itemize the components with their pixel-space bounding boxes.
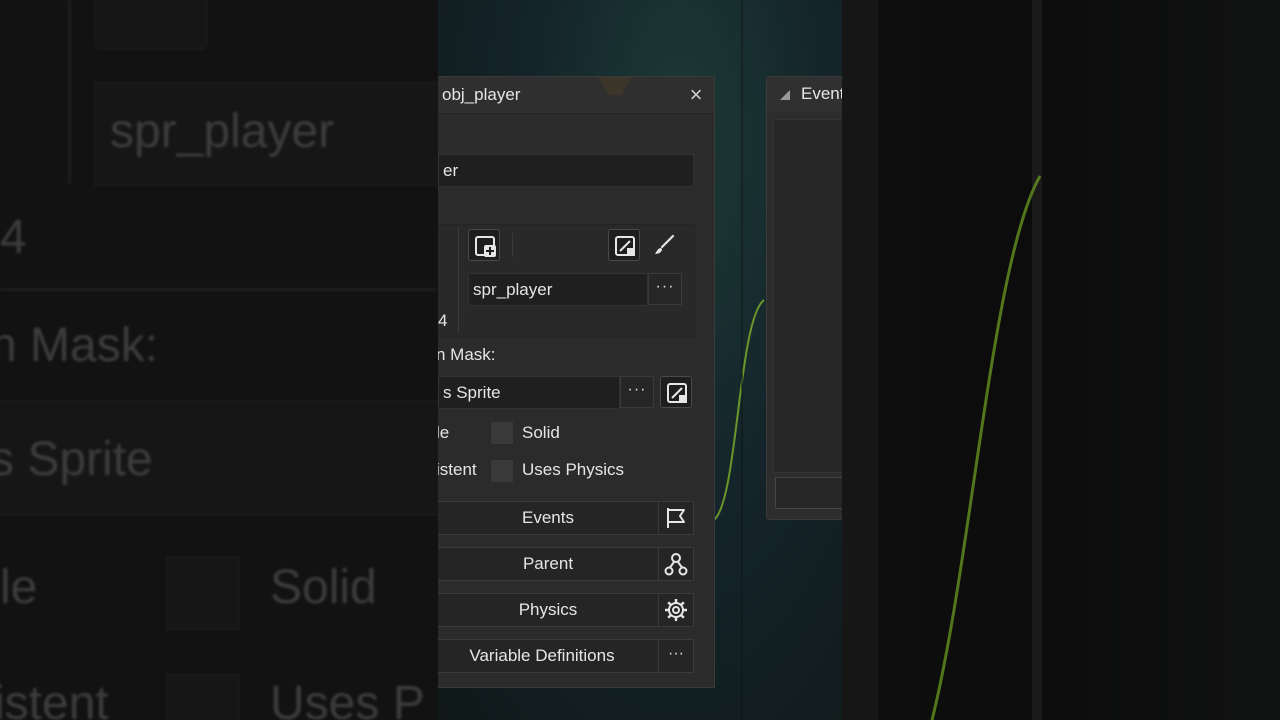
variable-definitions-button[interactable]: Variable Definitions ···	[438, 639, 694, 673]
more-icon: ···	[658, 640, 692, 672]
new-sprite-icon[interactable]	[468, 229, 500, 261]
object-name-field[interactable]: er	[438, 154, 694, 187]
paint-brush-icon[interactable]	[648, 229, 680, 261]
left-zoom-backdrop: spr_player 4 n Mask: s Sprite le Solid i…	[0, 0, 438, 720]
visible-label: le	[438, 423, 450, 442]
hierarchy-icon	[658, 548, 692, 580]
zoomed-physics-label: Uses P	[270, 677, 425, 720]
object-editor-panel: obj_player × er spr_player ··· 4 n Mask:…	[438, 76, 715, 688]
parent-button[interactable]: Parent	[438, 547, 694, 581]
zoomed-solid-label: Solid	[270, 561, 377, 614]
mask-browse-button[interactable]: ···	[620, 376, 654, 408]
events-title: Events	[801, 84, 842, 103]
collapse-icon[interactable]	[779, 89, 791, 101]
edit-mask-icon[interactable]	[660, 376, 692, 408]
toolbar-separator	[512, 233, 513, 257]
right-zoom-backdrop	[842, 0, 1280, 720]
more-icon-dots: ···	[668, 645, 684, 662]
sprite-group: spr_player ···	[438, 224, 695, 338]
zoomed-mask-value: s Sprite	[0, 433, 153, 486]
physics-button-label: Physics	[518, 600, 578, 619]
flag-icon	[658, 502, 692, 534]
zoomed-persistent-label: istent	[0, 677, 109, 720]
close-icon[interactable]: ×	[686, 84, 706, 106]
zoomed-visible-label: le	[0, 561, 38, 614]
events-header[interactable]: Events	[767, 77, 842, 111]
uses-physics-checkbox[interactable]	[490, 459, 514, 483]
edit-image-icon[interactable]	[608, 229, 640, 261]
workspace: obj_player × er spr_player ··· 4 n Mask:…	[438, 0, 842, 720]
zoomed-mask-label: n Mask:	[0, 319, 159, 372]
header-notch	[598, 77, 632, 95]
zoomed-physics-checkbox	[166, 674, 240, 720]
parent-button-label: Parent	[522, 554, 574, 573]
persistent-label: istent	[438, 460, 477, 479]
variable-definitions-label: Variable Definitions	[469, 646, 615, 665]
zoomed-sprite-name: spr_player	[110, 105, 335, 158]
zoomed-curve	[930, 175, 1042, 720]
zoomed-solid-checkbox	[166, 556, 240, 630]
group-divider	[458, 227, 459, 333]
events-button[interactable]: Events	[438, 501, 694, 535]
zoomed-number: 4	[0, 211, 27, 264]
gear-icon	[658, 594, 692, 626]
events-input[interactable]	[775, 477, 842, 509]
events-list[interactable]	[773, 119, 842, 473]
solid-label: Solid	[522, 423, 560, 442]
collision-mask-label: n Mask:	[438, 345, 496, 364]
solid-checkbox[interactable]	[490, 421, 514, 445]
uses-physics-label: Uses Physics	[522, 460, 625, 479]
object-editor-header[interactable]: obj_player ×	[438, 77, 714, 114]
collision-mask-field[interactable]: s Sprite	[438, 376, 620, 409]
events-button-label: Events	[522, 508, 574, 527]
sprite-browse-button[interactable]: ···	[648, 273, 682, 305]
subimage-count: 4	[438, 311, 448, 330]
zoomed-divider	[68, 0, 71, 184]
events-panel: Events	[766, 76, 842, 520]
physics-button[interactable]: Physics	[438, 593, 694, 627]
sprite-field[interactable]: spr_player	[468, 273, 648, 306]
zoomed-new-sprite-icon	[94, 0, 208, 50]
object-title: obj_player	[442, 85, 521, 104]
zoomed-divider	[0, 288, 438, 291]
